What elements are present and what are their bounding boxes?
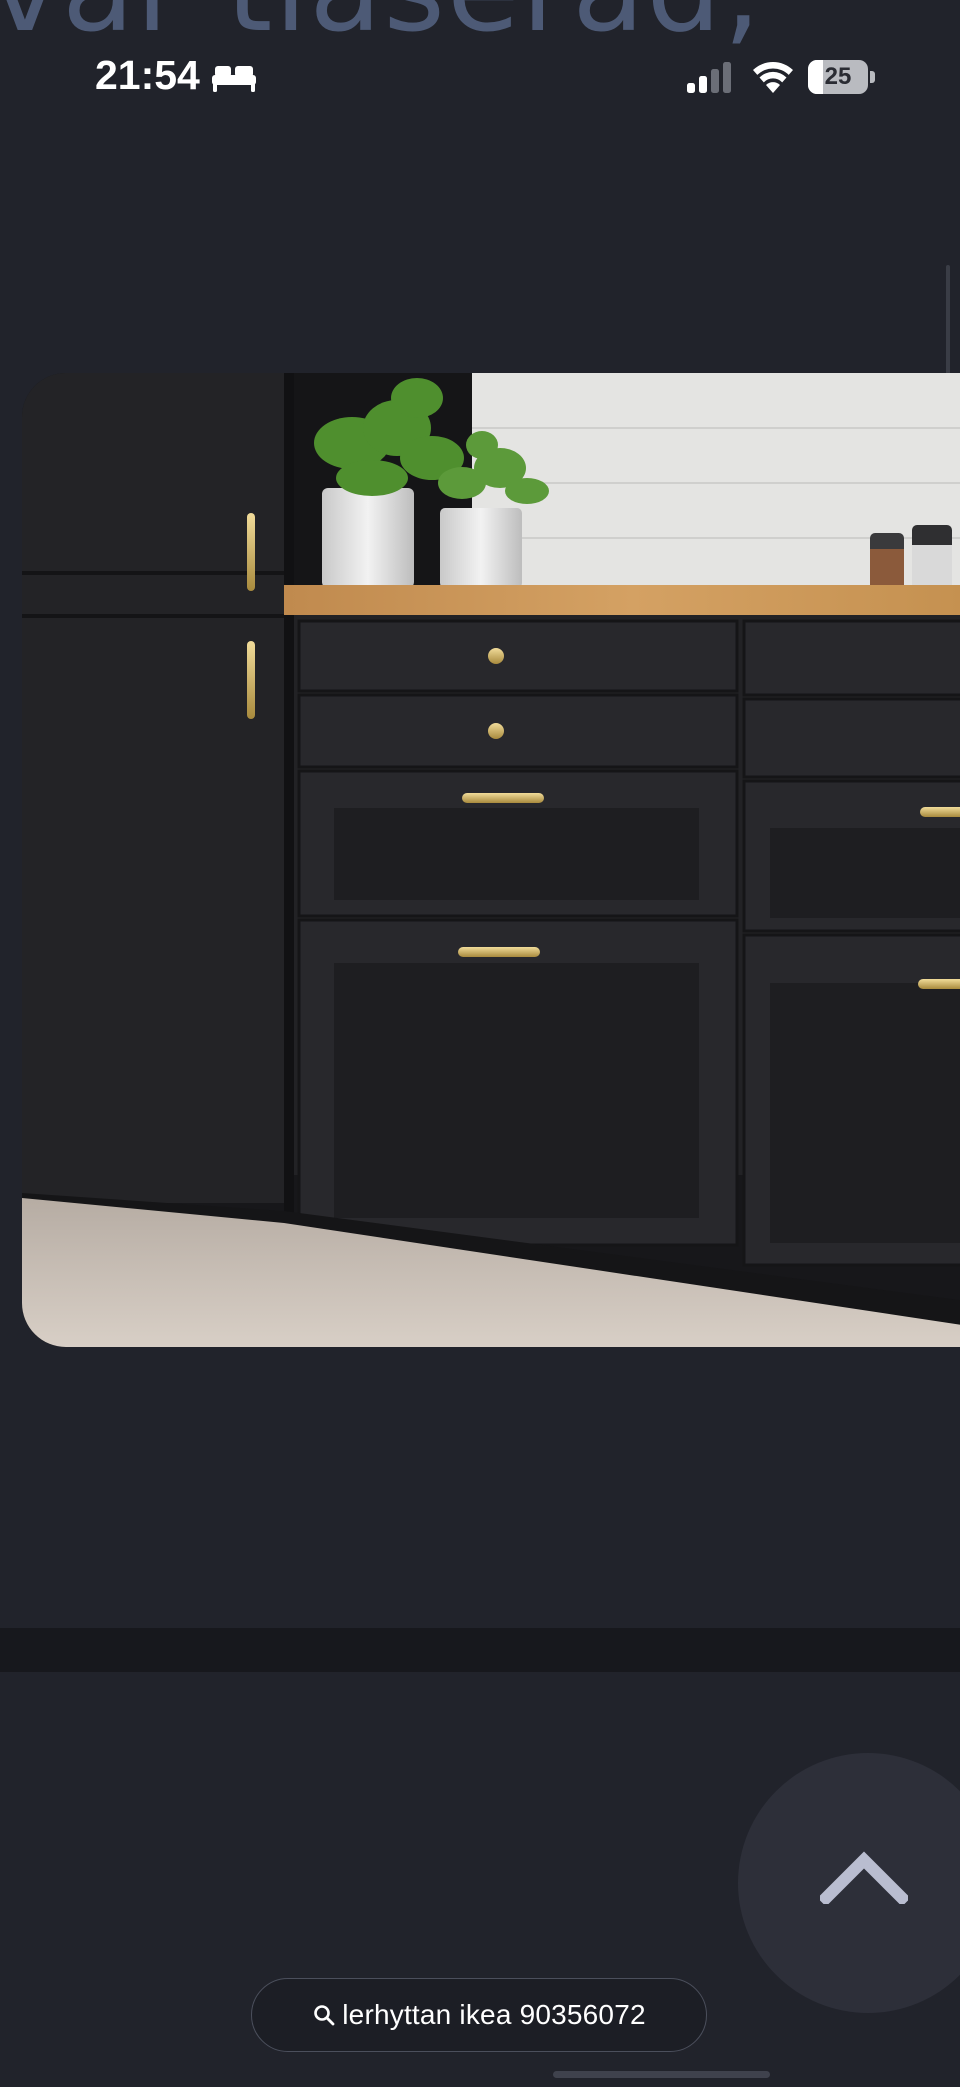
battery-nub xyxy=(870,71,875,83)
search-query-text: lerhyttan ikea 90356072 xyxy=(342,1999,646,2030)
wifi-icon xyxy=(753,62,793,93)
battery-indicator: 25 xyxy=(808,60,876,94)
battery-level: 25 xyxy=(824,63,852,90)
search-suggestion-chip[interactable]: lerhyttan ikea 90356072 xyxy=(251,1978,707,2052)
home-indicator[interactable] xyxy=(553,2071,770,2078)
section-divider xyxy=(0,1628,960,1672)
bed-icon xyxy=(212,66,256,92)
kitchen-cabinets-image[interactable] xyxy=(22,373,960,1347)
search-icon xyxy=(314,2005,335,2026)
status-bar: 21:54 25 xyxy=(0,0,960,150)
scroll-to-top-button[interactable] xyxy=(738,1753,960,2013)
cellular-signal-icon xyxy=(687,62,731,93)
chevron-up-icon xyxy=(820,1851,908,1904)
scroll-indicator[interactable] xyxy=(946,265,950,375)
status-time: 21:54 xyxy=(95,52,200,98)
